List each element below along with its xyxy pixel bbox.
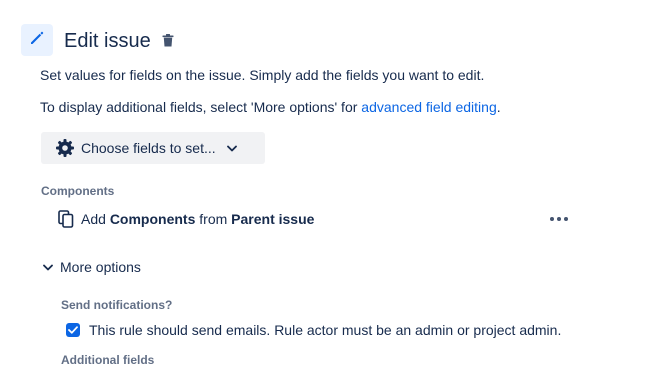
components-row[interactable]: Add Components from Parent issue — [57, 209, 314, 229]
gear-icon — [55, 138, 75, 158]
more-options-toggle[interactable]: More options — [42, 259, 141, 275]
more-options-label: More options — [60, 259, 141, 275]
description-line-1: Set values for fields on the issue. Simp… — [40, 67, 485, 83]
send-emails-row: This rule should send emails. Rule actor… — [66, 322, 561, 338]
description-line-2-suffix: . — [496, 99, 501, 115]
advanced-field-editing-link[interactable]: advanced field editing — [361, 99, 496, 115]
trash-icon[interactable] — [160, 32, 176, 48]
chevron-down-icon — [42, 261, 54, 273]
choose-fields-button[interactable]: Choose fields to set... — [41, 132, 265, 164]
components-label: Components — [41, 184, 115, 198]
copy-icon — [57, 210, 75, 228]
send-emails-label: This rule should send emails. Rule actor… — [89, 322, 562, 338]
send-notifications-label: Send notifications? — [61, 298, 173, 312]
additional-fields-label: Additional fields — [61, 353, 155, 367]
edit-action-icon-box — [21, 24, 53, 56]
more-horizontal-icon[interactable] — [548, 209, 570, 229]
components-row-field: Components — [109, 211, 196, 227]
components-row-source: Parent issue — [231, 211, 315, 227]
choose-fields-label: Choose fields to set... — [81, 140, 216, 156]
components-row-text: Add Components from Parent issue — [81, 211, 314, 227]
page-title: Edit issue — [64, 30, 151, 52]
components-row-prefix: Add — [81, 211, 110, 227]
send-emails-checkbox[interactable] — [66, 323, 80, 337]
chevron-down-icon — [226, 142, 238, 154]
description-line-2-prefix: To display additional fields, select 'Mo… — [40, 99, 362, 115]
description-line-2: To display additional fields, select 'Mo… — [40, 98, 501, 116]
components-row-middle: from — [195, 211, 232, 227]
pencil-icon — [28, 29, 46, 52]
